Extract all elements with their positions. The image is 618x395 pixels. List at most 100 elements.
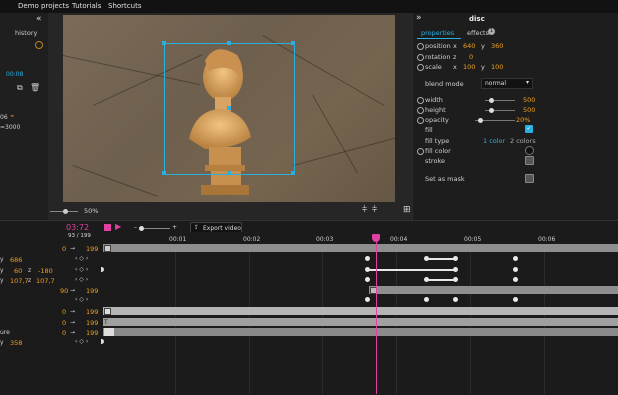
stroke-checkbox[interactable] (525, 156, 534, 165)
rotation-z-input[interactable]: 0 (469, 53, 473, 61)
layer-bar[interactable] (369, 286, 618, 294)
row-value[interactable]: 60 (14, 267, 22, 275)
row-value[interactable]: 358 (10, 339, 22, 347)
row-value[interactable]: 107,7 (10, 277, 29, 285)
row-value[interactable]: 686 (10, 256, 22, 264)
handle-top-right[interactable] (291, 41, 295, 45)
arrow-icon: → (70, 287, 76, 294)
keyframe-nav-icon[interactable]: ‹ ◇ › (75, 296, 88, 303)
keyframe[interactable] (365, 297, 370, 302)
fill-label: fill (425, 126, 433, 134)
scale-keyframe-icon[interactable] (417, 64, 424, 71)
keyframe[interactable] (424, 297, 429, 302)
keyframe-nav-icon[interactable]: ‹ ◇ › (75, 266, 88, 273)
position-y-input[interactable]: 360 (491, 42, 503, 50)
keyframe[interactable] (513, 277, 518, 282)
row-value[interactable]: -180 (38, 267, 53, 275)
stage-canvas[interactable] (63, 15, 395, 202)
keyframe[interactable] (453, 297, 458, 302)
blend-mode-select[interactable]: normal ▾ (481, 78, 533, 89)
zoom-value: 50% (84, 207, 99, 215)
width-keyframe-icon[interactable] (417, 97, 424, 104)
opacity-keyframe-icon[interactable] (417, 117, 424, 124)
height-keyframe-icon[interactable] (417, 107, 424, 114)
left-panel: « history 00:08 ⧉ 🗑 06 ⌁ =3000 (0, 13, 49, 220)
row-value[interactable]: 107,7 (36, 277, 55, 285)
menu-demo-projects[interactable]: Demo projects (18, 2, 69, 10)
row-end[interactable]: 199 (86, 287, 98, 295)
keyframe[interactable] (453, 267, 458, 272)
keyframe-nav-icon[interactable]: ‹ ◇ › (75, 255, 88, 262)
scale-y-input[interactable]: 100 (491, 63, 503, 71)
record-icon[interactable] (35, 41, 43, 49)
trash-icon[interactable]: 🗑 (30, 83, 40, 92)
row-end[interactable]: 199 (86, 245, 98, 253)
handle-bottom-center[interactable] (227, 171, 231, 175)
keyframe-nav-icon[interactable]: ‹ ◇ › (75, 338, 88, 345)
timeline-zoom-slider[interactable] (140, 228, 170, 229)
menu-tutorials[interactable]: Tutorials (72, 2, 101, 10)
tab-properties[interactable]: properties (421, 29, 454, 37)
rotation-keyframe-icon[interactable] (417, 54, 424, 61)
zoom-knob[interactable] (63, 209, 68, 214)
row-start[interactable]: 0 (62, 245, 66, 253)
height-input[interactable]: 500 (523, 106, 535, 114)
scale-x-input[interactable]: 100 (463, 63, 475, 71)
row-start[interactable]: 90 (60, 287, 68, 295)
export-video-label: Export video (203, 225, 241, 232)
fill-type-1-color[interactable]: 1 color (483, 137, 505, 145)
play-icon[interactable]: ▶ (115, 222, 121, 231)
width-input[interactable]: 500 (523, 96, 535, 104)
handle-top-left[interactable] (162, 41, 166, 45)
keyframe[interactable] (365, 277, 370, 282)
fill-color-keyframe-icon[interactable] (417, 148, 424, 155)
row-start[interactable]: 0 (62, 319, 66, 327)
keyframe[interactable] (513, 267, 518, 272)
timeline-zoom-knob[interactable] (139, 226, 144, 231)
menu-shortcuts[interactable]: Shortcuts (108, 2, 141, 10)
layer-bar[interactable] (103, 318, 618, 326)
handle-bottom-left[interactable] (162, 171, 166, 175)
keyframe[interactable] (453, 256, 458, 261)
position-x-input[interactable]: 640 (463, 42, 475, 50)
align-icon[interactable]: ⫩ (362, 205, 367, 215)
item-06: 06 (0, 114, 8, 121)
keyframe-nav-icon[interactable]: ‹ ◇ › (75, 276, 88, 283)
row-end[interactable]: 199 (86, 329, 98, 337)
width-slider-knob[interactable] (489, 98, 494, 103)
layer-bar[interactable] (103, 244, 618, 252)
history-label[interactable]: history (15, 29, 37, 37)
row-end[interactable]: 199 (86, 308, 98, 316)
anchor-point[interactable] (227, 106, 231, 110)
handle-bottom-right[interactable] (291, 171, 295, 175)
keyframe[interactable] (513, 256, 518, 261)
tab-effects[interactable]: effects (467, 29, 489, 37)
keyframe[interactable] (513, 297, 518, 302)
row-start[interactable]: 0 (62, 329, 66, 337)
fill-checkbox[interactable]: ✓ (525, 125, 533, 133)
keyframe[interactable] (365, 256, 370, 261)
zoom-in-icon[interactable]: + (172, 224, 177, 231)
keyframe[interactable] (453, 277, 458, 282)
height-slider-knob[interactable] (489, 108, 494, 113)
grid-icon[interactable]: ⊞ (403, 205, 411, 215)
fill-color-swatch[interactable] (525, 146, 534, 155)
playhead-handle[interactable] (372, 234, 380, 242)
opacity-slider-knob[interactable] (478, 118, 483, 123)
handle-top-center[interactable] (227, 41, 231, 45)
row-start[interactable]: 0 (62, 308, 66, 316)
opacity-input[interactable]: 20% (516, 116, 530, 124)
row-value-label: z (28, 277, 32, 284)
layer-bar[interactable] (103, 307, 618, 315)
position-keyframe-icon[interactable] (417, 43, 424, 50)
row-end[interactable]: 199 (86, 319, 98, 327)
collapse-right-icon[interactable]: » (416, 13, 422, 23)
set-as-mask-checkbox[interactable] (525, 174, 534, 183)
fill-type-2-colors[interactable]: 2 colors (510, 137, 536, 145)
layer-bar[interactable] (103, 328, 618, 336)
stop-icon[interactable] (104, 224, 111, 231)
zoom-out-icon[interactable]: – (134, 224, 137, 231)
distribute-icon[interactable]: ⫩ (372, 205, 377, 215)
collapse-left-icon[interactable]: « (36, 14, 42, 24)
copy-icon[interactable]: ⧉ (17, 83, 23, 93)
